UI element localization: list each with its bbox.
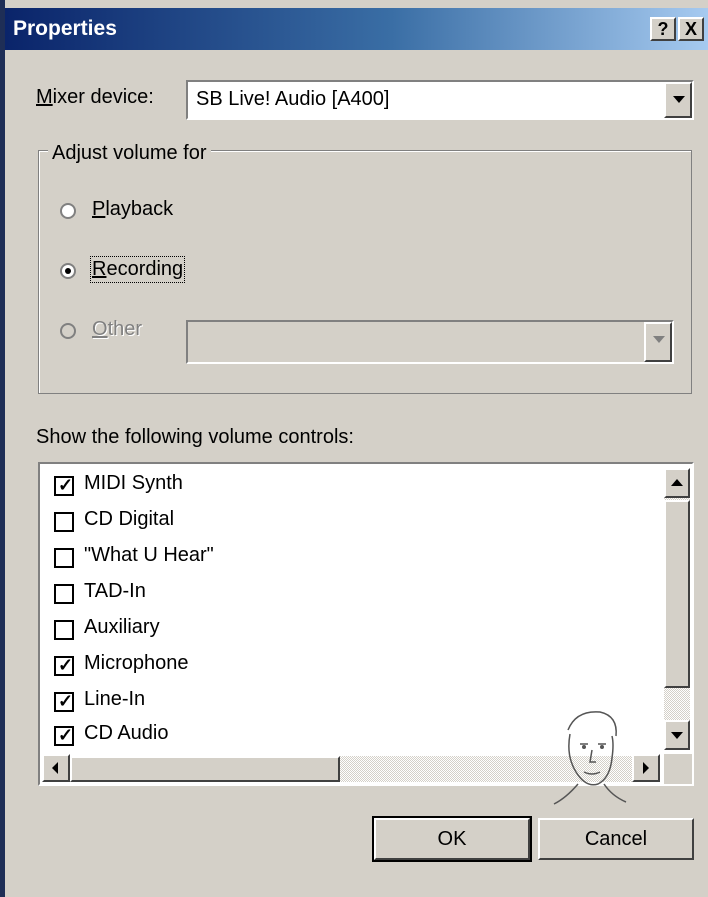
list-item-label: Line-In xyxy=(84,688,146,710)
close-button[interactable]: X xyxy=(678,17,704,41)
checkbox-cd-audio[interactable]: ✓ xyxy=(54,725,74,746)
checkmark-icon: ✓ xyxy=(58,475,74,495)
scroll-up-button[interactable] xyxy=(664,468,690,498)
cartoon-face-watermark xyxy=(553,711,627,805)
checkbox-cd-digital[interactable] xyxy=(54,512,74,532)
mixer-device-value: SB Live! Audio [A400] xyxy=(196,88,390,110)
scroll-down-icon xyxy=(671,732,683,739)
scroll-down-button[interactable] xyxy=(664,720,690,750)
checkbox-what-u-hear[interactable] xyxy=(54,548,74,568)
help-button[interactable]: ? xyxy=(650,17,676,41)
volume-controls-label: Show the following volume controls: xyxy=(36,426,354,448)
checkbox-midi-synth[interactable]: ✓ xyxy=(54,475,74,496)
ok-button[interactable]: OK xyxy=(372,816,532,862)
list-item-label: MIDI Synth xyxy=(84,472,183,494)
vertical-scrollbar-thumb[interactable] xyxy=(664,500,690,688)
radio-selected-dot xyxy=(65,268,71,274)
left-window-edge xyxy=(0,0,5,897)
checkbox-line-in[interactable]: ✓ xyxy=(54,691,74,712)
checkmark-icon: ✓ xyxy=(58,655,74,675)
cancel-button[interactable]: Cancel xyxy=(538,818,694,860)
list-item-label: CD Digital xyxy=(84,508,175,530)
checkbox-auxiliary[interactable] xyxy=(54,620,74,640)
mixer-device-dropdown-button[interactable] xyxy=(664,82,692,118)
radio-playback[interactable] xyxy=(60,203,76,219)
list-item-label: Auxiliary xyxy=(84,616,160,638)
list-item-label: TAD-In xyxy=(84,580,146,602)
checkmark-icon: ✓ xyxy=(58,725,74,745)
list-item-label: Microphone xyxy=(84,652,189,674)
radio-recording-label[interactable]: Recording xyxy=(89,256,186,283)
other-device-select xyxy=(186,320,674,364)
radio-recording[interactable] xyxy=(60,263,76,279)
scroll-right-icon xyxy=(643,762,649,774)
scroll-right-button[interactable] xyxy=(632,754,660,782)
radio-playback-label[interactable]: Playback xyxy=(92,198,173,221)
chevron-down-icon xyxy=(673,96,685,103)
scroll-up-icon xyxy=(671,479,683,486)
radio-other-label: Other xyxy=(92,318,143,340)
checkbox-tad-in[interactable] xyxy=(54,584,74,604)
checkmark-icon: ✓ xyxy=(58,691,74,711)
scroll-left-icon xyxy=(52,762,58,774)
adjust-volume-group-title: Adjust volume for xyxy=(48,142,211,165)
list-item-label: "What U Hear" xyxy=(84,544,214,566)
scrollbar-corner xyxy=(664,754,692,784)
mixer-device-label: Mixer device: xyxy=(36,86,154,108)
radio-other xyxy=(60,323,76,339)
scroll-left-button[interactable] xyxy=(42,754,70,782)
chevron-down-icon xyxy=(653,336,665,343)
checkbox-microphone[interactable]: ✓ xyxy=(54,655,74,676)
list-item-label: CD Audio xyxy=(84,722,169,744)
title-bar[interactable]: Properties ? X xyxy=(5,8,708,50)
mixer-device-select[interactable]: SB Live! Audio [A400] xyxy=(186,80,694,120)
horizontal-scrollbar-thumb[interactable] xyxy=(70,756,340,782)
other-device-dropdown-button xyxy=(644,322,672,362)
window-title: Properties xyxy=(13,17,117,40)
